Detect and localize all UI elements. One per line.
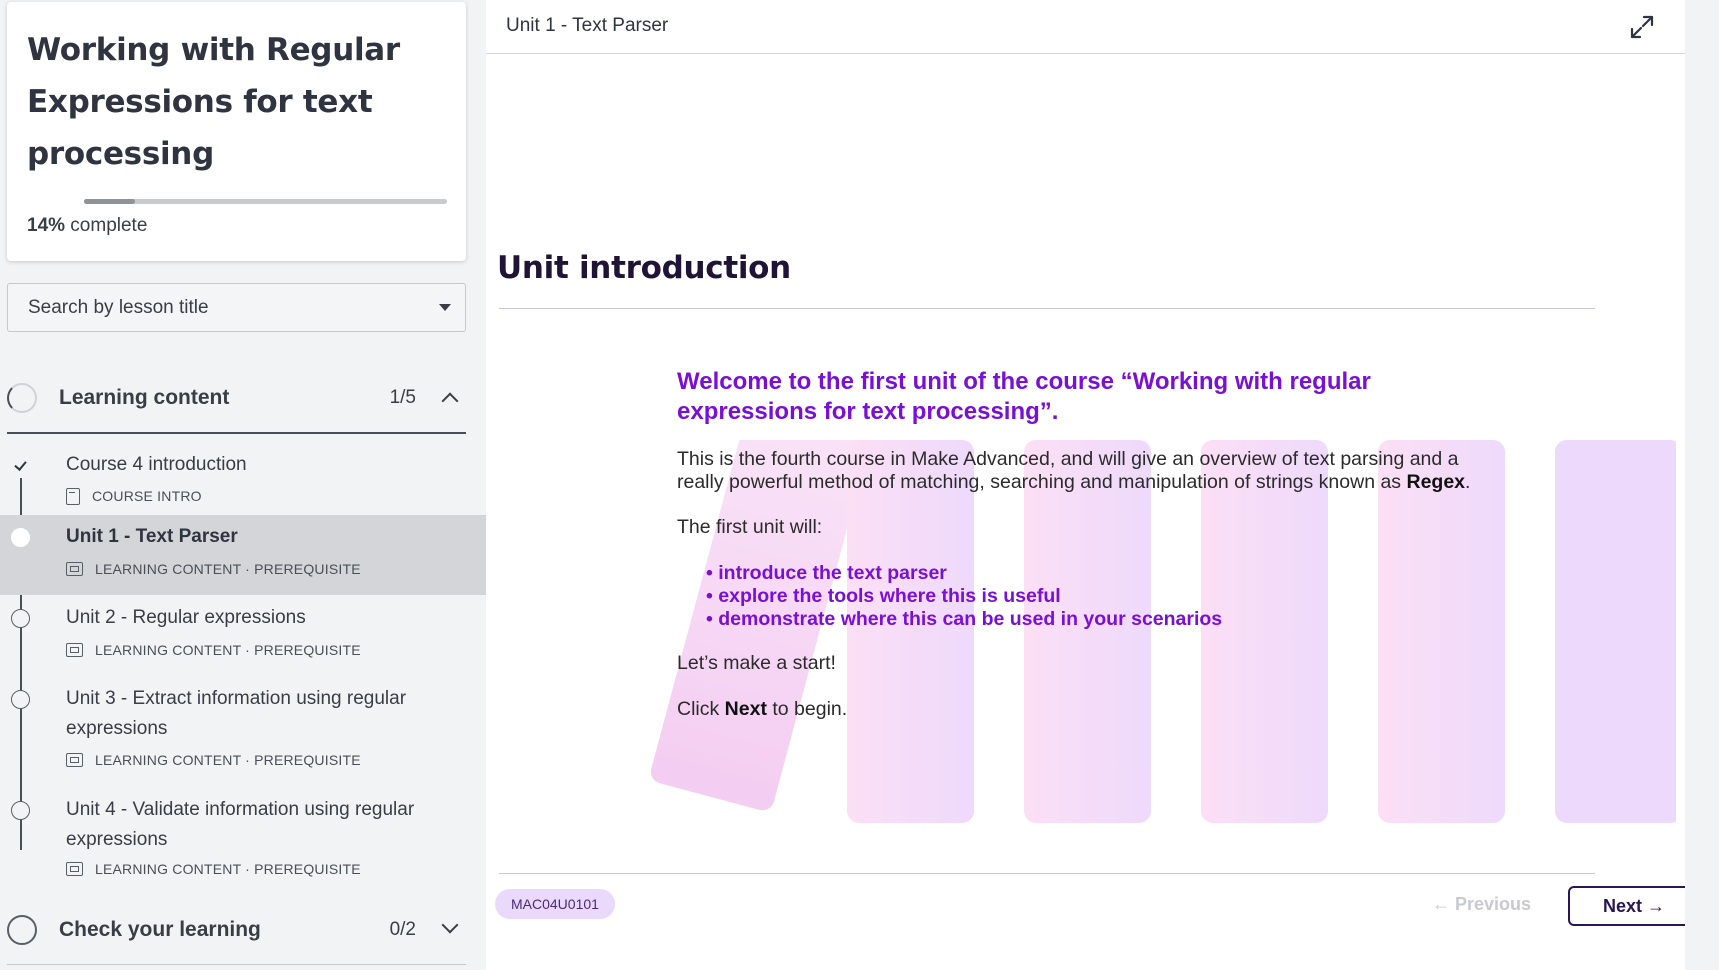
lesson-title: Unit 4 - Validate information using regu… [66,799,415,850]
previous-button[interactable]: ← Previous [1432,894,1531,915]
next-term: Next [724,698,767,720]
lesson-title: Unit 1 - Text Parser [66,526,238,547]
course-sidebar: Working with Regular Expressions for tex… [0,0,486,970]
progress-percent: 14% [27,215,66,236]
list-item: explore the tools where this is useful [706,585,1222,608]
click-next-suffix: to begin. [766,698,848,720]
section-check-your-learning[interactable]: Check your learning 0/2 [7,901,466,959]
unit-goals-list: introduce the text parser explore the to… [706,562,1222,631]
lesson-meta: LEARNING CONTENT · PREREQUISITE [66,859,361,879]
lesson-meta-text: COURSE INTRO [92,488,202,504]
intro-paragraph: This is the fourth course in Make Advanc… [677,448,1497,494]
click-next-text: Click Next to begin. [677,698,847,721]
lesson-item-unit-4[interactable]: Unit 4 - Validate information using regu… [0,788,486,898]
section-progress-ring-icon [7,383,37,413]
section-progress-ring-icon [7,915,37,945]
lesson-item-course-4-introduction[interactable]: Course 4 introduction COURSE INTRO [0,440,486,520]
section-learning-content[interactable]: Learning content 1/5 [7,369,466,427]
intro-paragraph-end: . [1465,471,1471,493]
click-next-prefix: Click [677,698,725,720]
lesson-title: Unit 3 - Extract information using regul… [66,688,407,739]
next-button[interactable]: Next → [1568,886,1700,926]
intro-lead-text: Welcome to the first unit of the course … [677,368,1371,425]
section-count: 1/5 [389,387,416,408]
section-divider [7,964,466,965]
slides-icon [66,753,83,767]
first-unit-intro: The first unit will: [677,516,823,538]
lesson-status-dot-icon [11,609,30,628]
lesson-meta-text: LEARNING CONTENT · PREREQUISITE [95,861,361,877]
unit-heading: Unit introduction [497,250,791,286]
lesson-status-dot-icon [11,528,30,547]
lesson-header-title: Unit 1 - Text Parser [506,15,669,36]
lesson-search-dropdown[interactable]: Search by lesson title [7,283,466,332]
checkmark-icon [11,456,30,475]
caret-down-icon [439,304,451,311]
intro-paragraph-text: This is the fourth course in Make Advanc… [677,448,1459,493]
lesson-meta: LEARNING CONTENT · PREREQUISITE [66,750,361,770]
list-item: demonstrate where this can be used in yo… [706,608,1222,631]
unit-code-badge: MAC04U0101 [495,889,615,919]
document-icon [66,487,80,505]
lesson-meta: COURSE INTRO [66,486,202,506]
course-progress-bar [84,199,447,204]
lesson-item-unit-3[interactable]: Unit 3 - Extract information using regul… [0,677,486,787]
lesson-content-panel: Unit 1 - Text Parser Unit introduction W… [486,0,1719,970]
chevron-up-icon [441,392,459,410]
lesson-meta: LEARNING CONTENT · PREREQUISITE [66,640,361,660]
section-divider [7,432,466,434]
progress-suffix: complete [65,215,148,236]
search-placeholder: Search by lesson title [28,297,209,318]
slides-icon [66,862,83,876]
expand-arrows-icon[interactable] [1629,14,1655,40]
start-text: Let’s make a start! [677,652,836,674]
lesson-title: Unit 2 - Regular expressions [66,607,306,628]
lesson-status-dot-icon [11,801,30,820]
section-title: Learning content [59,386,230,409]
slides-icon [66,562,83,576]
footer-divider [499,873,1595,874]
course-card: Working with Regular Expressions for tex… [7,2,466,261]
decorative-bars-illustration [650,440,1676,823]
heading-divider [499,308,1595,309]
regex-term: Regex [1406,471,1466,493]
lesson-meta-text: LEARNING CONTENT · PREREQUISITE [95,752,361,768]
page-scrollbar[interactable] [1685,0,1719,970]
section-title: Check your learning [59,918,261,941]
lesson-meta-text: LEARNING CONTENT · PREREQUISITE [95,642,361,658]
lesson-title: Course 4 introduction [66,454,247,475]
course-title: Working with Regular Expressions for tex… [27,32,400,172]
progress-label: 14% complete [27,215,147,237]
course-progress-fill [84,199,135,204]
lesson-item-unit-2[interactable]: Unit 2 - Regular expressions LEARNING CO… [0,596,486,676]
slides-icon [66,643,83,657]
lesson-status-dot-icon [11,690,30,709]
chevron-down-icon [441,916,459,934]
list-item: introduce the text parser [706,562,1222,585]
lesson-meta: LEARNING CONTENT · PREREQUISITE [66,559,361,579]
section-count: 0/2 [389,919,416,940]
lesson-meta-text: LEARNING CONTENT · PREREQUISITE [95,561,361,577]
lesson-header: Unit 1 - Text Parser [486,0,1719,54]
lesson-item-unit-1[interactable]: Unit 1 - Text Parser LEARNING CONTENT · … [0,515,486,595]
